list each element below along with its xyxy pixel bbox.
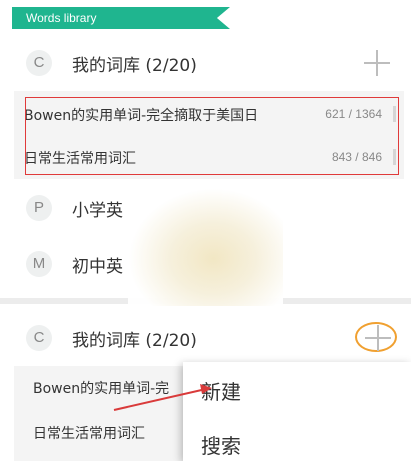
library-title: 我的词库 (2/20) [72, 331, 197, 351]
library-initial: P [26, 195, 52, 221]
header-title: Words library [26, 11, 97, 25]
library-row-my[interactable]: C 我的词库 (2/20) [0, 41, 411, 85]
arrow-icon [113, 384, 212, 411]
library-initial: C [26, 50, 52, 76]
library-title: 初中英 [72, 257, 123, 277]
add-library-button[interactable] [355, 322, 397, 352]
word-list-name: 日常生活常用词汇 [33, 426, 145, 442]
library-title: 我的词库 (2/20) [72, 56, 197, 76]
library-title: 小学英 [72, 201, 123, 221]
header-ribbon: Words library [12, 7, 230, 29]
plus-icon[interactable] [364, 50, 390, 76]
library-initial: M [26, 251, 52, 277]
blur-overlay [128, 188, 283, 306]
library-initial: C [26, 325, 52, 351]
highlight-box [25, 97, 399, 175]
library-row-my[interactable]: C 我的词库 (2/20) [0, 316, 411, 360]
plus-icon [365, 325, 391, 351]
menu-item-search[interactable]: 搜索 [201, 430, 241, 459]
